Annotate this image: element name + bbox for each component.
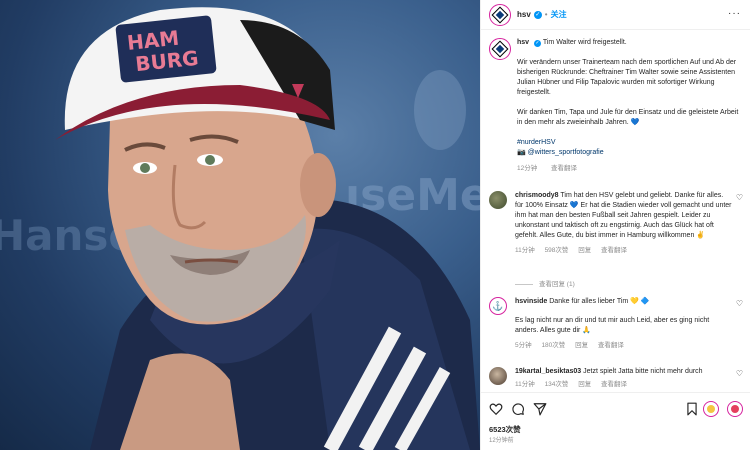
more-options-icon[interactable]: ··· — [728, 8, 741, 19]
comment-likes[interactable]: 180次赞 — [541, 342, 565, 349]
comment-translate-link[interactable]: 查看翻译 — [601, 381, 627, 388]
comment-item: ⚓ hsvinside Danke für alles lieber Tim 💛… — [489, 297, 743, 351]
caption-username[interactable]: hsv — [517, 39, 529, 46]
post-caption: hsv ✓ Tim Walter wird freigestellt. Wir … — [489, 38, 743, 174]
post-sidebar: hsv ✓ • 关注 ··· hsv ✓ Tim Walter wird fre… — [480, 0, 750, 450]
post-actions-bar: 6523次赞 12分钟前 — [481, 392, 750, 450]
comment-text: Tim hat den HSV gelebt und geliebt. Dank… — [515, 192, 732, 239]
verified-badge-icon: ✓ — [533, 10, 542, 19]
caption-time: 12分钟 — [517, 165, 538, 172]
anchor-icon: ⚓ — [492, 300, 504, 311]
follow-button[interactable]: 关注 — [551, 9, 567, 20]
comment-time: 5分钟 — [515, 342, 532, 349]
comment-likes[interactable]: 134次赞 — [545, 381, 569, 388]
comment-reply-button[interactable]: 回复 — [575, 342, 588, 349]
post-header: hsv ✓ • 关注 ··· — [481, 0, 750, 30]
comment-likes[interactable]: 598次赞 — [545, 247, 569, 254]
like-comment-heart-icon[interactable]: ♡ — [736, 369, 743, 378]
comment-item: chrismoody8 Tim hat den HSV gelebt und g… — [489, 191, 743, 256]
comment-time: 11分钟 — [515, 381, 535, 388]
post-likes-count[interactable]: 6523次赞 — [489, 424, 521, 435]
caption-translate-link[interactable]: 查看翻译 — [551, 165, 577, 172]
comment-time: 11分钟 — [515, 247, 535, 254]
comment-avatar[interactable]: ⚓ — [489, 297, 507, 315]
comment-username[interactable]: 19kartal_besiktas03 — [515, 368, 581, 375]
like-heart-icon[interactable] — [489, 402, 503, 416]
save-bookmark-icon[interactable] — [685, 402, 699, 416]
photo-credit[interactable]: 📷 @witters_sportfotografie — [517, 148, 743, 158]
comment-translate-link[interactable]: 查看翻译 — [601, 247, 627, 254]
photo-illustration: ıseMe Hanse HAM BURG — [0, 7, 480, 450]
separator-dot: • — [544, 10, 548, 19]
post-photo[interactable]: ıseMe Hanse HAM BURG — [0, 0, 480, 450]
comment-item: 19kartal_besiktas03 Jetzt spielt Jatta b… — [489, 367, 743, 390]
comment-icon[interactable] — [511, 402, 525, 416]
caption-hashtag[interactable]: #nurderHSV — [517, 138, 743, 148]
share-send-icon[interactable] — [533, 402, 547, 416]
caption-paragraph-1: Wir verändern unser Trainerteam nach dem… — [517, 59, 737, 96]
comment-avatar[interactable] — [489, 191, 507, 209]
like-comment-heart-icon[interactable]: ♡ — [736, 193, 743, 202]
post-username[interactable]: hsv — [517, 10, 531, 19]
comment-translate-link[interactable]: 查看翻译 — [598, 342, 624, 349]
comment-reply-button[interactable]: 回复 — [578, 381, 591, 388]
hsv-logo-icon — [491, 40, 509, 58]
like-comment-heart-icon[interactable]: ♡ — [736, 299, 743, 308]
caption-headline: Tim Walter wird freigestellt. — [542, 39, 627, 46]
comment-username[interactable]: chrismoody8 — [515, 192, 559, 199]
collab-avatar-2[interactable] — [727, 401, 743, 417]
collab-avatar-image — [707, 405, 715, 413]
comment-reply-button[interactable]: 回复 — [578, 247, 591, 254]
comment-text: Danke für alles lieber Tim 💛 🔷 — [549, 298, 650, 305]
post-timestamp: 12分钟前 — [489, 438, 514, 444]
caption-avatar[interactable] — [489, 38, 511, 60]
comment-text-continued: Es lag nicht nur an dir und tut mir auch… — [515, 317, 710, 334]
collab-avatar-1[interactable] — [703, 401, 719, 417]
comment-username[interactable]: hsvinside — [515, 298, 547, 305]
verified-badge-icon: ✓ — [534, 40, 542, 47]
comment-avatar[interactable] — [489, 367, 507, 385]
hsv-avatar[interactable] — [489, 3, 511, 26]
comment-text: Jetzt spielt Jatta bitte nicht mehr durc… — [583, 368, 703, 375]
view-replies-link[interactable]: 查看回复 (1) — [515, 278, 575, 288]
collab-avatar-image — [731, 405, 739, 413]
caption-paragraph-2: Wir danken Tim, Tapa und Jule für den Ei… — [517, 109, 739, 126]
hsv-logo-icon — [491, 6, 509, 23]
